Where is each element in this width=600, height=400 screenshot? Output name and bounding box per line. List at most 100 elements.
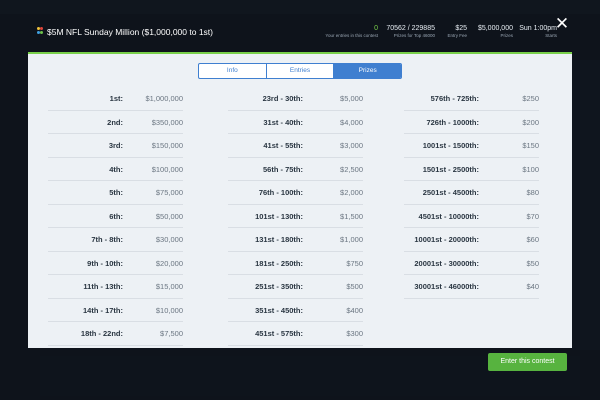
prize-place: 56th - 75th: [262, 164, 303, 174]
prize-row: 2nd: $350,000 [48, 111, 183, 134]
prizes-count-stat: 70562 / 229885 Prizes for Top 46000 [386, 25, 435, 38]
prize-place: 14th - 17th: [82, 305, 123, 315]
prize-row: 30001st - 46000th: $40 [404, 275, 539, 299]
prize-place: 251st - 350th: [255, 282, 303, 291]
prize-row: 11th - 13th: $15,000 [48, 275, 183, 299]
prize-amount: $20,000 [155, 258, 183, 268]
prize-amount: $10,000 [155, 305, 183, 315]
prize-amount: $50 [526, 258, 539, 268]
prize-row: 14th - 17th: $10,000 [48, 299, 183, 322]
prize-row: 6th: $50,000 [48, 205, 183, 228]
contest-type-icon [37, 27, 43, 37]
prize-amount: $300 [346, 329, 363, 338]
prize-row: 7th - 8th: $30,000 [48, 228, 183, 252]
prize-row: 31st - 40th: $4,000 [228, 111, 363, 134]
tab-info[interactable]: Info [199, 64, 267, 78]
prize-place: 9th - 10th: [87, 258, 123, 268]
prize-amount: $40 [526, 282, 539, 291]
prizes-count-label: Prizes for Top 46000 [393, 33, 435, 38]
prize-place: 4th: [109, 164, 123, 174]
prize-place: 5th: [109, 188, 123, 197]
prize-row: 4th: $100,000 [48, 158, 183, 181]
prize-amount: $250 [522, 94, 539, 103]
prize-place: 576th - 725th: [430, 94, 479, 103]
prize-column-3: 576th - 725th: $250 726th - 1000th: $200 100… [404, 87, 539, 299]
close-icon[interactable]: ✕ [554, 15, 570, 32]
prize-row: 23rd - 30th: $5,000 [228, 87, 363, 111]
prize-row: 10001st - 20000th: $60 [404, 228, 539, 252]
prize-place: 1001st - 1500th: [422, 141, 479, 150]
start-time-value: Sun 1:00pm [519, 25, 557, 32]
total-prizes-value: $5,000,000 [477, 25, 513, 32]
prize-amount: $4,000 [340, 117, 363, 127]
start-time-stat: Sun 1:00pm Starts [519, 25, 557, 38]
entry-fee-value: $25 [455, 25, 467, 32]
prize-amount: $70 [526, 211, 539, 221]
prize-place: 18th - 22nd: [80, 329, 123, 338]
prize-place: 41st - 55th: [263, 141, 303, 150]
prize-amount: $2,500 [340, 164, 363, 174]
prize-place: 181st - 250th: [255, 258, 303, 268]
prize-place: 131st - 180th: [255, 235, 303, 244]
prize-amount: $200 [522, 117, 539, 127]
prize-row: 41st - 55th: $3,000 [228, 134, 363, 158]
prize-row: 251st - 350th: $500 [228, 275, 363, 299]
entry-fee-stat: $25 Entry Fee [447, 25, 467, 38]
prize-place: 351st - 450th: [255, 305, 303, 315]
prize-row: 131st - 180th: $1,000 [228, 228, 363, 252]
prize-place: 101st - 130th: [255, 211, 303, 221]
prize-place: 10001st - 20000th: [414, 235, 479, 244]
prize-amount: $2,000 [340, 188, 363, 197]
prize-place: 6th: [109, 211, 123, 221]
tab-prizes[interactable]: Prizes [334, 64, 401, 78]
your-entries-label: Your entries in this contest [325, 33, 378, 38]
prize-place: 726th - 1000th: [426, 117, 479, 127]
prize-amount: $150,000 [151, 141, 183, 150]
prize-row: 101st - 130th: $1,500 [228, 205, 363, 228]
prize-place: 30001st - 46000th: [414, 282, 479, 291]
prize-amount: $400 [346, 305, 363, 315]
prize-place: 11th - 13th: [83, 282, 123, 291]
prize-row: 3rd: $150,000 [48, 134, 183, 158]
entry-fee-label: Entry Fee [447, 33, 467, 38]
prize-column-1: 1st: $1,000,000 2nd: $350,000 3rd: $150,000 4t… [48, 87, 183, 346]
prize-row: 1st: $1,000,000 [48, 87, 183, 111]
prize-place: 20001st - 30000th: [414, 258, 479, 268]
prize-amount: $7,500 [160, 329, 183, 338]
prize-place: 2nd: [107, 117, 123, 127]
prize-row: 20001st - 30000th: $50 [404, 252, 539, 275]
total-prizes-label: Prizes [500, 33, 513, 38]
prize-place: 1st: [109, 94, 123, 103]
prize-amount: $30,000 [155, 235, 183, 244]
prize-row: 1001st - 1500th: $150 [404, 134, 539, 158]
prize-place: 451st - 575th: [255, 329, 303, 338]
prizes-count-value: 70562 / 229885 [386, 25, 435, 32]
prize-place: 31st - 40th: [263, 117, 303, 127]
prize-row: 181st - 250th: $750 [228, 252, 363, 275]
enter-contest-button[interactable]: Enter this contest [488, 353, 567, 371]
prize-row: 2501st - 4500th: $80 [404, 181, 539, 205]
prize-amount: $15,000 [155, 282, 183, 291]
prize-amount: $1,500 [340, 211, 363, 221]
prize-place: 7th - 8th: [91, 235, 123, 244]
prize-amount: $150 [522, 141, 539, 150]
prize-amount: $1,000,000 [145, 94, 183, 103]
prize-row: 9th - 10th: $20,000 [48, 252, 183, 275]
prize-row: 18th - 22nd: $7,500 [48, 322, 183, 346]
tab-entries[interactable]: Entries [267, 64, 335, 78]
prize-row: 5th: $75,000 [48, 181, 183, 205]
prize-amount: $100,000 [151, 164, 183, 174]
prize-place: 76th - 100th: [258, 188, 303, 197]
prize-amount: $3,000 [340, 141, 363, 150]
total-prizes-stat: $5,000,000 Prizes [478, 25, 513, 38]
contest-title: $5M NFL Sunday Million ($1,000,000 to 1s… [47, 27, 213, 37]
prizes-panel: Info Entries Prizes 1st: $1,000,000 2nd: $3… [28, 54, 572, 348]
prize-row: 576th - 725th: $250 [404, 87, 539, 111]
prize-amount: $5,000 [340, 94, 363, 103]
prize-place: 4501st - 10000th: [418, 211, 479, 221]
prize-place: 1501st - 2500th: [422, 164, 479, 174]
prize-amount: $80 [526, 188, 539, 197]
prize-amount: $500 [346, 282, 363, 291]
tab-bar: Info Entries Prizes [198, 63, 402, 79]
prize-amount: $1,000 [340, 235, 363, 244]
